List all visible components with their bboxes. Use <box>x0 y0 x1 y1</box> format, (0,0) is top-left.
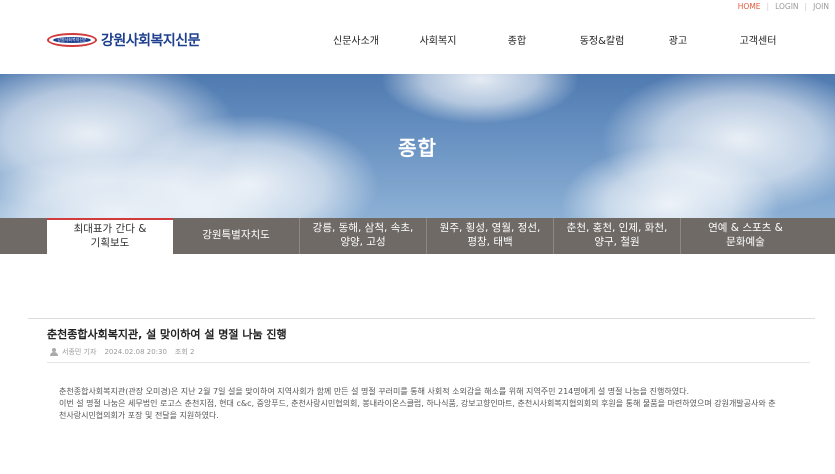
utility-nav: HOME | LOGIN | JOIN <box>732 0 835 12</box>
article-title: 춘천종합사회복지관, 설 맞이하여 설 명절 나눔 진행 <box>47 328 287 341</box>
tab-label: 평창, 태백 <box>467 236 513 248</box>
tab-label: 양양, 고성 <box>340 236 386 248</box>
tab-label: 강원특별자치도 <box>202 229 270 242</box>
tab-label: 양구, 철원 <box>594 236 640 248</box>
tab-gangwon[interactable]: 강원특별자치도 <box>173 218 300 254</box>
region-tabs: 최대표가 간다 & 기획보도 강원특별자치도 강릉, 동해, 삼척, 속초, 양양,… <box>47 218 810 254</box>
nav-item-about[interactable]: 신문사소개 <box>310 32 402 47</box>
main-nav: 신문사소개 사회복지 종합 동정&칼럼 광고 고객센터 <box>310 32 804 47</box>
home-link[interactable]: HOME <box>732 2 767 11</box>
tab-chuncheon-region[interactable]: 춘천, 홍천, 인제, 화천, 양구, 철원 <box>554 218 681 254</box>
article-date: 2024.02.08 20:30 <box>104 348 167 356</box>
article-paragraph: 이번 설 명절 나눔은 세무법인 로고스 춘천지점, 현대 c&c, 중앙푸드,… <box>59 399 776 420</box>
cloud-shape <box>380 74 580 124</box>
site-header: 강원사회복지신문 강원사회복지신문 신문사소개 사회복지 종합 동정&칼럼 광고… <box>0 12 835 74</box>
logo-emblem-icon: 강원사회복지신문 <box>47 33 97 47</box>
tabs-bg-left <box>0 218 47 254</box>
article-meta: 서종민 기자 2024.02.08 20:30 조회 2 <box>50 347 202 357</box>
nav-item-welfare[interactable]: 사회복지 <box>402 32 474 47</box>
tab-label: 강릉, 동해, 삼척, 속초, <box>312 222 414 235</box>
logo-text: 강원사회복지신문 <box>101 33 201 49</box>
nav-item-news-column[interactable]: 동정&칼럼 <box>560 32 644 47</box>
site-logo[interactable]: 강원사회복지신문 강원사회복지신문 <box>47 30 201 50</box>
tab-label: 기획보도 <box>90 237 130 249</box>
tabs-bg-right <box>810 218 835 254</box>
tab-label: 연예 & 스포츠 & <box>708 222 783 235</box>
tab-wonju-region[interactable]: 원주, 횡성, 영월, 정선, 평창, 태백 <box>427 218 554 254</box>
nav-item-support[interactable]: 고객센터 <box>712 32 804 47</box>
article-views: 조회 2 <box>174 348 195 356</box>
hero-banner: 종합 <box>0 74 835 222</box>
tab-label: 최대표가 간다 & <box>73 223 147 236</box>
person-icon <box>50 348 58 356</box>
tab-label: 원주, 횡성, 영월, 정선, <box>439 222 541 235</box>
article-body: 춘천종합사회복지관(관장 오미경)은 지난 2월 7일 설을 맞이하여 지역사회… <box>59 386 779 422</box>
tab-gangneung-region[interactable]: 강릉, 동해, 삼척, 속초, 양양, 고성 <box>300 218 427 254</box>
tab-label: 춘천, 홍천, 인제, 화천, <box>566 222 668 235</box>
title-divider <box>28 318 815 319</box>
tab-label: 문화예술 <box>726 236 765 248</box>
join-link[interactable]: JOIN <box>807 2 835 11</box>
logo-emblem-text: 강원사회복지신문 <box>57 37 87 42</box>
login-link[interactable]: LOGIN <box>769 2 804 11</box>
tab-entertainment[interactable]: 연예 & 스포츠 & 문화예술 <box>681 218 810 254</box>
nav-item-general[interactable]: 종합 <box>474 32 560 47</box>
meta-divider <box>47 362 810 363</box>
article-paragraph: 춘천종합사회복지관(관장 오미경)은 지난 2월 7일 설을 맞이하여 지역사회… <box>59 387 689 396</box>
nav-item-ads[interactable]: 광고 <box>644 32 712 47</box>
banner-title: 종합 <box>398 136 437 160</box>
tab-special-report[interactable]: 최대표가 간다 & 기획보도 <box>47 218 173 254</box>
article-author: 서종민 기자 <box>62 348 97 356</box>
